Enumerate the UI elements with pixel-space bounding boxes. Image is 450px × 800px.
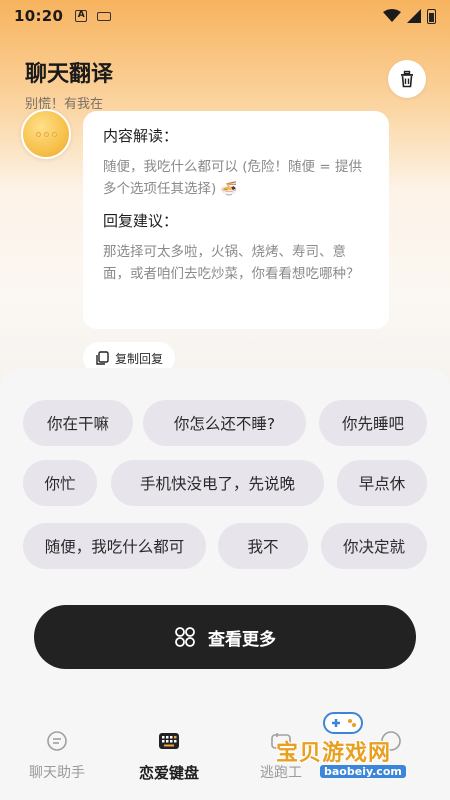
phrase-chip[interactable]: 你决定就 [321,523,427,569]
keyboard-icon [159,733,179,749]
tab-label: 聊天助手 [29,765,85,781]
phrase-chip[interactable]: 你忙 [23,460,97,506]
tab-label: 恋爱键盘 [138,764,199,782]
status-bar: 10:20 A [0,0,450,32]
grid-icon [175,627,195,647]
avatar-dot-icon [35,131,41,137]
phrase-chip[interactable]: 你在干嘛 [23,400,133,446]
copy-icon [96,351,109,365]
signal-icon [407,9,421,23]
phrase-chip[interactable]: 手机快没电了，先说晚 [111,460,324,506]
phrase-chip[interactable]: 你先睡吧 [319,400,427,446]
avatar-dot-icon [43,131,49,137]
view-more-label: 查看更多 [208,629,276,650]
page-subtitle: 别慌！有我在 [25,97,104,112]
copy-reply-label: 复制回复 [115,351,164,366]
interpretation-heading: 内容解读： [103,127,179,145]
tab-chat-assistant[interactable]: 聊天助手 [12,730,102,782]
user-center-icon [381,731,401,751]
page-title: 聊天翻译 [25,62,114,87]
assistant-avatar [21,109,71,159]
trash-icon [401,70,413,88]
translation-bubble: 内容解读： 随便，我吃什么都可以 (危险！随便 = 提供多个选项任其选择) 🍜 … [83,111,389,329]
keyboard-notification-icon [97,11,112,21]
bottom-tab-bar: 聊天助手 恋爱键盘 逃跑工 中心 [0,722,450,800]
tab-label: 逃跑工 [260,765,302,781]
phrase-chip[interactable]: 我不 [218,523,308,569]
interpretation-text: 随便，我吃什么都可以 (危险！随便 = 提供多个选项任其选择) 🍜 [103,159,362,197]
a-notification-icon: A [75,10,88,22]
status-time: 10:20 [14,7,64,25]
tab-user-center[interactable]: 中心 [346,730,436,782]
tab-escape-tool[interactable]: 逃跑工 [236,730,326,782]
avatar-dot-icon [51,131,57,137]
reply-suggestion-heading: 回复建议： [103,212,179,230]
clear-history-button[interactable] [388,60,426,98]
phrase-chip[interactable]: 早点休 [337,460,427,506]
tab-label: 中心 [377,765,405,781]
status-right-icons [383,8,436,24]
battery-icon [427,8,436,24]
tab-love-keyboard[interactable]: 恋爱键盘 [124,730,214,783]
wifi-icon [383,9,401,22]
chat-bubble-icon [47,731,67,751]
escape-tool-icon [271,733,291,749]
phrase-chip[interactable]: 你怎么还不睡? [143,400,306,446]
reply-suggestion-text: 那选择可太多啦，火锅、烧烤、寿司、意面，或者咱们去吃炒菜，你看看想吃哪种？ [103,244,360,282]
view-more-button[interactable]: 查看更多 [34,605,416,669]
phrase-chip[interactable]: 随便，我吃什么都可 [23,523,206,569]
